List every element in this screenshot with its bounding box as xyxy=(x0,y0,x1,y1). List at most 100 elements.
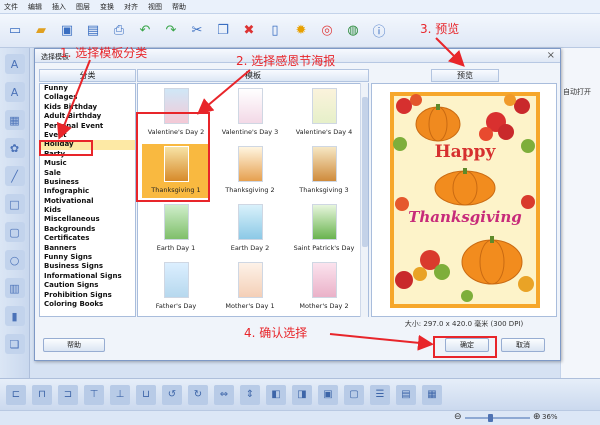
layers-tool-icon[interactable]: ❏ xyxy=(4,334,25,354)
category-item[interactable]: Sale xyxy=(40,169,135,178)
template-thumbnail[interactable]: Mother's Day 2 xyxy=(288,260,360,316)
template-scrollbar[interactable] xyxy=(360,83,368,317)
align-top-icon[interactable]: ⊤ xyxy=(84,384,104,405)
zoom-in-icon[interactable]: ⊕ xyxy=(533,412,541,422)
category-item[interactable]: Coloring Books xyxy=(40,300,135,309)
rectangle-tool-icon[interactable]: □ xyxy=(4,194,25,214)
image-tool-icon[interactable]: ▦ xyxy=(4,110,25,130)
template-thumbnail[interactable]: Earth Day 2 xyxy=(214,202,286,262)
align-right-icon[interactable]: ⊐ xyxy=(58,384,78,405)
template-thumbnail[interactable]: Thanksgiving 3 xyxy=(288,144,360,204)
undo-icon[interactable]: ↶ xyxy=(134,20,156,42)
template-thumbnail[interactable]: Father's Day xyxy=(140,260,212,316)
auto-open-label[interactable]: 自动打开 xyxy=(563,87,591,97)
template-thumbnail[interactable]: Valentine's Day 3 xyxy=(214,86,286,146)
align-center-icon[interactable]: ⊓ xyxy=(32,384,52,405)
menu-transform[interactable]: 变换 xyxy=(100,2,114,12)
category-item[interactable]: Business xyxy=(40,178,135,187)
category-item[interactable]: Backgrounds xyxy=(40,225,135,234)
menu-view[interactable]: 视图 xyxy=(148,2,162,12)
copy-icon[interactable]: ❐ xyxy=(212,20,234,42)
lock-icon[interactable]: ▤ xyxy=(396,384,416,405)
category-item[interactable]: Banners xyxy=(40,244,135,253)
cancel-button[interactable]: 取消 xyxy=(501,338,545,352)
text-tool-icon[interactable]: A xyxy=(4,54,25,74)
menu-align[interactable]: 对齐 xyxy=(124,2,138,12)
category-item[interactable]: Event xyxy=(40,131,135,140)
flip-horizontal-icon[interactable]: ⇔ xyxy=(214,384,234,405)
template-thumbnail[interactable]: Saint Patrick's Day xyxy=(288,202,360,262)
template-label: Saint Patrick's Day xyxy=(293,244,355,252)
template-dialog: 选择模板 × 分类 模板 预览 Funny Collages Kids Birt… xyxy=(34,48,561,361)
rotate-left-icon[interactable]: ↺ xyxy=(162,384,182,405)
info-icon[interactable]: ⓘ xyxy=(368,20,390,42)
curved-text-icon[interactable]: A xyxy=(4,82,25,102)
line-tool-icon[interactable]: ╱ xyxy=(4,166,25,186)
align-bottom-icon[interactable]: ⊔ xyxy=(136,384,156,405)
category-item[interactable]: Business Signs xyxy=(40,262,135,271)
scrollbar-thumb[interactable] xyxy=(362,97,368,247)
redo-icon[interactable]: ↷ xyxy=(160,20,182,42)
template-thumbnail[interactable]: Thanksgiving 2 xyxy=(214,144,286,204)
zoom-slider-handle[interactable] xyxy=(488,414,493,422)
bring-front-icon[interactable]: ◧ xyxy=(266,384,286,405)
category-item[interactable]: Certificates xyxy=(40,234,135,243)
new-icon[interactable]: ▭ xyxy=(4,20,26,42)
delete-icon[interactable]: ✖ xyxy=(238,20,260,42)
category-item[interactable]: Kids Birthday xyxy=(40,103,135,112)
category-item[interactable]: Funny xyxy=(40,84,135,93)
rotate-right-icon[interactable]: ↻ xyxy=(188,384,208,405)
category-item[interactable]: Collages xyxy=(40,93,135,102)
rounded-rect-tool-icon[interactable]: ▢ xyxy=(4,222,25,242)
ellipse-tool-icon[interactable]: ○ xyxy=(4,250,25,270)
category-item[interactable]: Infographic xyxy=(40,187,135,196)
template-thumbnail[interactable]: Mother's Day 1 xyxy=(214,260,286,316)
category-item[interactable]: Funny Signs xyxy=(40,253,135,262)
template-thumbnail[interactable]: Earth Day 1 xyxy=(140,202,212,262)
document-icon[interactable]: ▯ xyxy=(264,20,286,42)
zoom-out-icon[interactable]: ⊖ xyxy=(454,412,462,422)
category-item[interactable]: Adult Birthday xyxy=(40,112,135,121)
category-item[interactable]: Kids xyxy=(40,206,135,215)
align-middle-icon[interactable]: ⊥ xyxy=(110,384,130,405)
ungroup-icon[interactable]: ▢ xyxy=(344,384,364,405)
preview-happy-text: Happy xyxy=(435,142,497,162)
save-icon[interactable]: ▣ xyxy=(56,20,78,42)
menu-file[interactable]: 文件 xyxy=(4,2,18,12)
menu-help[interactable]: 帮助 xyxy=(172,2,186,12)
settings-gear-icon[interactable]: ✹ xyxy=(290,20,312,42)
main-toolbar: ▭ ▰ ▣ ▤ ⎙ ↶ ↷ ✂ ❐ ✖ ▯ ✹ ◎ ◍ ⓘ xyxy=(0,14,600,48)
category-item[interactable]: Music xyxy=(40,159,135,168)
globe-icon[interactable]: ◍ xyxy=(342,20,364,42)
zoom-level: 36% xyxy=(542,413,558,421)
save-as-icon[interactable]: ▤ xyxy=(82,20,104,42)
flip-vertical-icon[interactable]: ⇕ xyxy=(240,384,260,405)
cut-icon[interactable]: ✂ xyxy=(186,20,208,42)
template-thumbnail[interactable]: Valentine's Day 4 xyxy=(288,86,360,146)
open-icon[interactable]: ▰ xyxy=(30,20,52,42)
clipart-tool-icon[interactable]: ✿ xyxy=(4,138,25,158)
distribute-icon[interactable]: ☰ xyxy=(370,384,390,405)
print-icon[interactable]: ⎙ xyxy=(108,20,130,42)
lifebuoy-icon[interactable]: ◎ xyxy=(316,20,338,42)
category-list[interactable]: Funny Collages Kids Birthday Adult Birth… xyxy=(39,83,136,317)
help-button[interactable]: 帮助 xyxy=(43,338,105,352)
send-back-icon[interactable]: ◨ xyxy=(292,384,312,405)
table-tool-icon[interactable]: ▥ xyxy=(4,278,25,298)
menu-edit[interactable]: 编辑 xyxy=(28,2,42,12)
category-item[interactable]: Motivational xyxy=(40,197,135,206)
category-item[interactable]: Personal Event xyxy=(40,122,135,131)
category-item[interactable]: Caution Signs xyxy=(40,281,135,290)
group-icon[interactable]: ▣ xyxy=(318,384,338,405)
align-left-icon[interactable]: ⊏ xyxy=(6,384,26,405)
barcode-tool-icon[interactable]: ▮ xyxy=(4,306,25,326)
grid-icon[interactable]: ▦ xyxy=(422,384,442,405)
menu-layer[interactable]: 图层 xyxy=(76,2,90,12)
close-icon[interactable]: × xyxy=(547,50,555,61)
category-item[interactable]: Prohibition Signs xyxy=(40,291,135,300)
status-bar: ⊖ ⊕ 36% xyxy=(0,410,600,425)
category-item[interactable]: Informational Signs xyxy=(40,272,135,281)
zoom-slider-track[interactable] xyxy=(465,417,530,419)
menu-insert[interactable]: 插入 xyxy=(52,2,66,12)
category-item[interactable]: Miscellaneous xyxy=(40,215,135,224)
